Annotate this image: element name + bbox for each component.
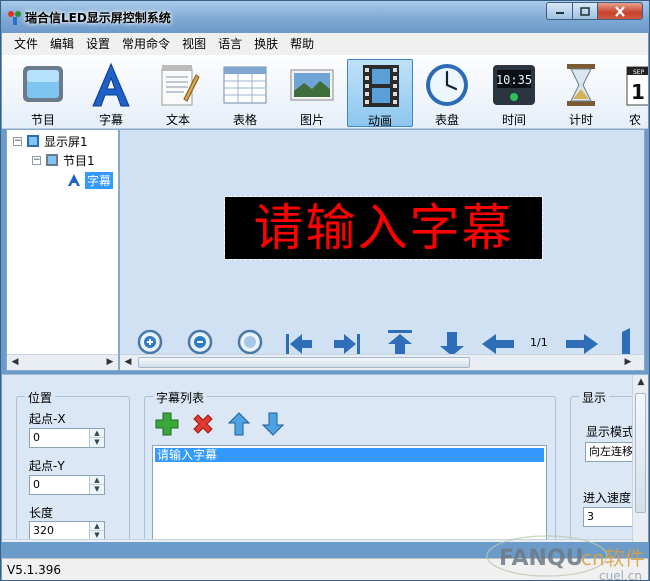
- list-item[interactable]: 请输入字幕: [155, 448, 544, 462]
- toolbar-program-button[interactable]: 节目: [10, 59, 76, 127]
- tree-horizontal-scrollbar[interactable]: ◀ ▶: [7, 354, 118, 370]
- maximize-icon: [580, 6, 590, 16]
- app-logo-icon: [8, 11, 21, 25]
- menu-help[interactable]: 帮助: [284, 33, 320, 55]
- subtitle-list[interactable]: 请输入字幕: [152, 445, 547, 542]
- svg-text:1: 1: [631, 80, 645, 104]
- spin-down-icon[interactable]: ▼: [90, 485, 104, 494]
- properties-vertical-scrollbar[interactable]: ▲: [632, 375, 648, 542]
- title-bar[interactable]: 瑞合信LED显示屏控制系统: [1, 1, 649, 33]
- close-button[interactable]: [597, 2, 643, 20]
- svg-text:FANQU: FANQU: [499, 546, 584, 571]
- length-spinner[interactable]: 320 ▲ ▼: [29, 521, 105, 541]
- zoom-out-icon[interactable]: [180, 326, 216, 356]
- program-icon: [46, 154, 58, 166]
- toolbar-calendar-button[interactable]: SEP 1 农: [615, 59, 648, 127]
- first-icon[interactable]: [280, 326, 316, 356]
- preview-horizontal-scrollbar[interactable]: ◀ ▶: [120, 354, 644, 370]
- led-text: 请输入字幕: [253, 199, 514, 257]
- svg-text:10:35: 10:35: [496, 73, 532, 87]
- main-toolbar: 节目 字幕 文本 表格 图片 动画 表盘 10:35 时间 计时 SEP 1 农: [2, 55, 648, 129]
- collapse-icon[interactable]: −: [32, 155, 41, 165]
- app-window: 瑞合信LED显示屏控制系统 文件 编辑 设置 常用命令 视图 语言 换肤 帮助 …: [0, 0, 650, 581]
- program-icon: [23, 66, 63, 102]
- last-icon[interactable]: [330, 326, 366, 356]
- menu-language[interactable]: 语言: [212, 33, 248, 55]
- delete-icon[interactable]: [190, 411, 216, 437]
- scroll-up-icon[interactable]: ▲: [633, 375, 648, 390]
- svg-text:cn软件: cn软件: [581, 546, 645, 570]
- watermark-logo: FANQU cn软件 cuel.cn: [486, 535, 645, 581]
- table-icon: [223, 66, 267, 104]
- toolbar-time-button[interactable]: 10:35 时间: [481, 59, 547, 127]
- move-up-icon[interactable]: [226, 411, 252, 437]
- spin-up-icon[interactable]: ▲: [90, 522, 104, 531]
- next-icon[interactable]: [564, 326, 600, 356]
- tree-node-subtitle[interactable]: 字幕: [67, 171, 114, 189]
- screen-icon: [27, 135, 39, 147]
- subtitle-icon: [92, 62, 130, 107]
- start-y-spinner[interactable]: 0 ▲ ▼: [29, 475, 105, 495]
- collapse-icon[interactable]: −: [13, 136, 22, 146]
- menu-common-commands[interactable]: 常用命令: [116, 33, 176, 55]
- scroll-left-icon[interactable]: ◀: [2, 540, 18, 542]
- page-indicator: 1/1: [530, 336, 548, 349]
- spin-down-icon[interactable]: ▼: [90, 438, 104, 447]
- prev-icon[interactable]: [480, 326, 516, 356]
- tree-node-screen[interactable]: − 显示屏1: [13, 132, 88, 150]
- minimize-button[interactable]: [546, 2, 573, 20]
- add-icon[interactable]: [154, 411, 180, 437]
- scroll-right-icon[interactable]: ▶: [620, 355, 636, 370]
- window-title: 瑞合信LED显示屏控制系统: [25, 11, 171, 25]
- scroll-thumb[interactable]: [635, 393, 646, 513]
- preview-toolbar: 1/1: [120, 326, 645, 356]
- calendar-icon: SEP 1: [626, 66, 648, 106]
- preview-canvas[interactable]: 请输入字幕 1/1 ◀ ▶: [119, 129, 645, 371]
- maximize-button[interactable]: [572, 2, 598, 20]
- led-subtitle-preview[interactable]: 请输入字幕: [224, 196, 543, 260]
- scroll-left-icon[interactable]: ◀: [7, 355, 23, 370]
- program-tree: − 显示屏1 − 节目1 字幕 ◀ ▶: [6, 129, 119, 371]
- digital-time-icon: 10:35: [493, 65, 535, 105]
- spin-up-icon[interactable]: ▲: [90, 476, 104, 485]
- toolbar-subtitle-button[interactable]: 字幕: [78, 59, 144, 127]
- clock-dial-icon: [426, 64, 468, 106]
- properties-panel: 位置 起点-X 0 ▲▼ 起点-Y 0 ▲▼ 长度 320 ▲▼ 字幕列表: [2, 374, 648, 542]
- zoom-in-icon[interactable]: [130, 326, 166, 356]
- menu-settings[interactable]: 设置: [80, 33, 116, 55]
- menu-view[interactable]: 视图: [176, 33, 212, 55]
- animation-icon: [363, 65, 399, 107]
- minimize-icon: [555, 12, 564, 14]
- toolbar-picture-button[interactable]: 图片: [279, 59, 345, 127]
- menu-skin[interactable]: 换肤: [248, 33, 284, 55]
- more-icon[interactable]: [614, 326, 645, 356]
- move-down-icon[interactable]: [434, 326, 470, 356]
- tree-node-program[interactable]: − 节目1: [32, 151, 95, 169]
- hourglass-icon: [567, 64, 595, 106]
- version-label: V5.1.396: [7, 563, 62, 577]
- zoom-fit-icon[interactable]: [230, 326, 266, 356]
- toolbar-clock-dial-button[interactable]: 表盘: [414, 59, 480, 127]
- subtitle-icon: [68, 174, 80, 186]
- start-x-spinner[interactable]: 0 ▲ ▼: [29, 428, 105, 448]
- scroll-thumb[interactable]: [138, 357, 470, 368]
- toolbar-animation-button[interactable]: 动画: [347, 59, 413, 128]
- menu-file[interactable]: 文件: [8, 33, 44, 55]
- scroll-right-icon[interactable]: ▶: [102, 355, 118, 370]
- move-down-icon[interactable]: [260, 411, 286, 437]
- menu-edit[interactable]: 编辑: [44, 33, 80, 55]
- picture-icon: [290, 69, 334, 101]
- svg-text:cuel.cn: cuel.cn: [599, 569, 642, 581]
- position-group: 位置 起点-X 0 ▲ ▼ 起点-Y 0 ▲ ▼ 长度 320 ▲ ▼: [16, 389, 130, 542]
- scroll-left-icon[interactable]: ◀: [120, 355, 136, 370]
- move-top-icon[interactable]: [382, 326, 418, 356]
- toolbar-timer-button[interactable]: 计时: [548, 59, 614, 127]
- toolbar-text-button[interactable]: 文本: [145, 59, 211, 127]
- svg-text:SEP: SEP: [633, 69, 645, 76]
- menu-bar: 文件 编辑 设置 常用命令 视图 语言 换肤 帮助: [2, 33, 648, 55]
- text-icon: [161, 65, 200, 106]
- close-icon: [615, 5, 625, 17]
- spin-up-icon[interactable]: ▲: [90, 429, 104, 438]
- toolbar-table-button[interactable]: 表格: [212, 59, 278, 127]
